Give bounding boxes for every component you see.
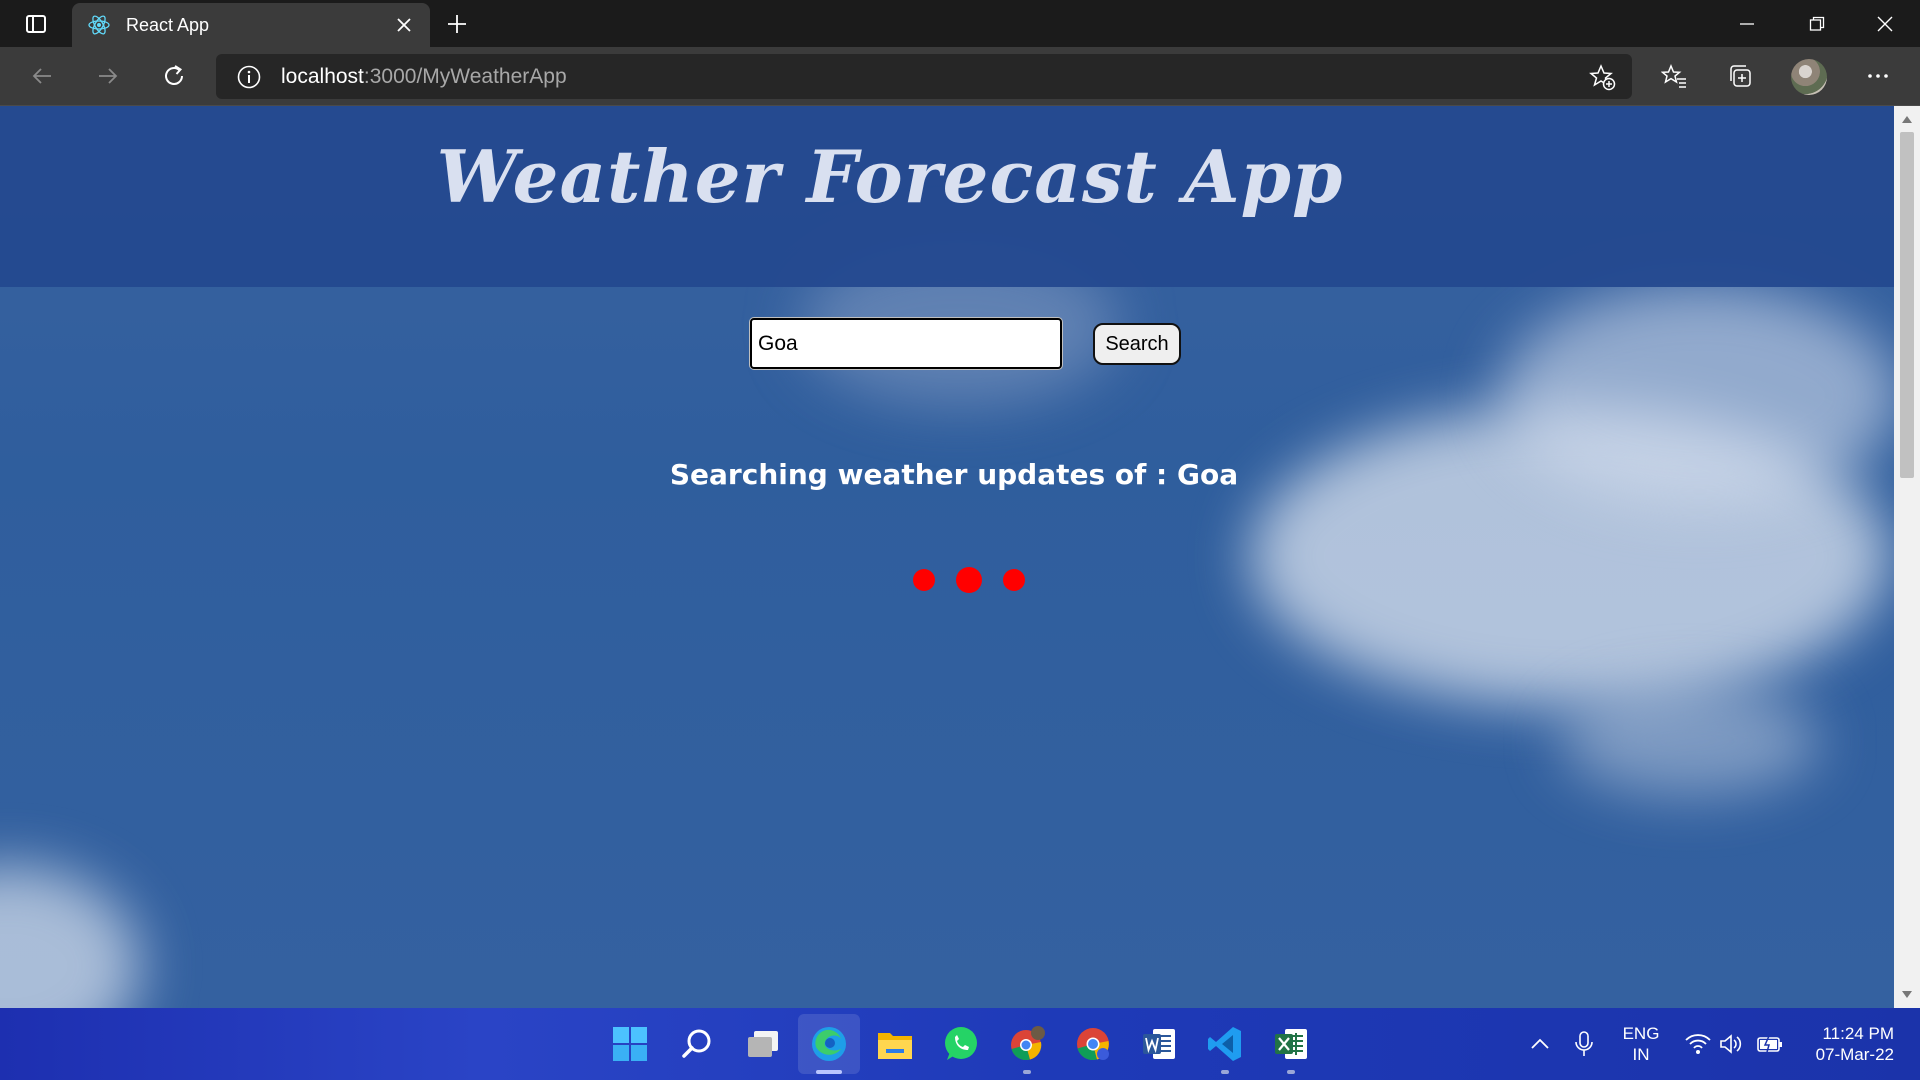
scroll-up-button[interactable] — [1894, 108, 1920, 130]
close-icon — [1877, 16, 1893, 32]
loading-dot — [1003, 569, 1025, 591]
cloud-image — [0, 866, 140, 1008]
settings-more-button[interactable] — [1860, 58, 1896, 94]
search-icon[interactable] — [677, 1024, 717, 1064]
wifi-icon[interactable] — [1680, 1026, 1716, 1062]
caret-down-icon — [1902, 991, 1912, 998]
file-explorer-icon[interactable] — [875, 1024, 915, 1064]
mic-glyph-icon — [1575, 1031, 1593, 1056]
folder-icon — [878, 1033, 912, 1059]
page-scrollbar[interactable] — [1894, 106, 1920, 1008]
running-app-indicator — [1023, 1070, 1031, 1074]
volume-icon[interactable] — [1713, 1026, 1749, 1062]
clock[interactable]: 11:24 PM 07-Mar-22 — [1790, 1023, 1894, 1065]
vscode-icon[interactable] — [1205, 1024, 1245, 1064]
close-icon — [397, 18, 411, 32]
favorites-button[interactable] — [1656, 58, 1692, 94]
edge-logo-icon — [812, 1027, 846, 1061]
search-button[interactable]: Search — [1093, 323, 1181, 365]
info-icon[interactable] — [236, 64, 262, 90]
close-window-button[interactable] — [1860, 6, 1910, 42]
chrome-logo-icon — [1077, 1028, 1109, 1061]
arrow-right-icon — [99, 68, 118, 84]
favorites-list-icon — [1661, 64, 1686, 88]
windows-logo-icon — [613, 1027, 647, 1061]
input-language-indicator[interactable]: ENG IN — [1620, 1023, 1662, 1065]
chrome-profile-icon[interactable] — [1007, 1024, 1047, 1064]
scroll-down-button[interactable] — [1894, 984, 1920, 1006]
url-path: :3000/MyWeatherApp — [363, 65, 567, 88]
app-title: Weather Forecast App — [436, 134, 1344, 219]
task-view-glyph-icon — [748, 1031, 778, 1057]
loading-status-text: Searching weather updates of : Goa — [669, 458, 1239, 491]
city-search-input[interactable] — [750, 318, 1062, 369]
browser-toolbar: localhost:3000/MyWeatherApp — [0, 47, 1920, 106]
loading-dot — [913, 569, 935, 591]
minimize-button[interactable] — [1722, 6, 1772, 42]
collections-button[interactable] — [1722, 58, 1758, 94]
refresh-icon — [165, 65, 183, 85]
magnifier-icon — [682, 1029, 711, 1058]
windows-taskbar: ENG IN 11:24 PM 07-Mar-22 — [0, 1008, 1920, 1080]
language-code: ENG — [1622, 1024, 1660, 1043]
scroll-thumb[interactable] — [1900, 132, 1914, 478]
whatsapp-logo-icon — [945, 1027, 977, 1060]
chrome-icon[interactable] — [1073, 1024, 1113, 1064]
more-icon — [1868, 74, 1888, 78]
tab-title: React App — [126, 15, 210, 35]
task-view-icon[interactable] — [743, 1024, 783, 1064]
clock-date: 07-Mar-22 — [1815, 1045, 1894, 1064]
restore-icon — [1809, 16, 1825, 31]
word-logo-icon — [1143, 1029, 1175, 1059]
minimize-icon — [1740, 23, 1754, 25]
plus-icon — [448, 15, 466, 33]
active-app-indicator — [816, 1070, 842, 1074]
address-bar[interactable]: localhost:3000/MyWeatherApp — [216, 54, 1632, 99]
word-icon[interactable] — [1139, 1024, 1179, 1064]
windows-start-icon[interactable] — [610, 1024, 650, 1064]
restore-button[interactable] — [1792, 6, 1842, 42]
cloud-image — [1560, 686, 1820, 796]
url-host: localhost — [281, 65, 364, 88]
show-hidden-icons-button[interactable] — [1522, 1026, 1558, 1062]
edge-icon[interactable] — [809, 1024, 849, 1064]
battery-glyph-icon — [1757, 1035, 1782, 1053]
tab-actions-button[interactable] — [14, 9, 58, 39]
whatsapp-icon[interactable] — [941, 1024, 981, 1064]
excel-logo-icon — [1275, 1029, 1307, 1059]
web-page: Weather Forecast App Search Searching we… — [0, 106, 1894, 1008]
running-app-indicator — [1287, 1070, 1295, 1074]
wifi-glyph-icon — [1685, 1034, 1711, 1054]
chevron-up-icon — [1531, 1038, 1549, 1049]
tab-close-button[interactable] — [392, 13, 416, 37]
collections-icon — [1730, 65, 1751, 87]
add-favorite-icon[interactable] — [1588, 63, 1616, 91]
clock-time: 11:24 PM — [1822, 1024, 1894, 1043]
url-text[interactable]: localhost:3000/MyWeatherApp — [281, 65, 567, 89]
loading-dot — [956, 567, 982, 593]
tab-actions-icon — [26, 15, 46, 33]
excel-icon[interactable] — [1271, 1024, 1311, 1064]
tab-bar: React App — [0, 0, 1920, 47]
caret-up-icon — [1902, 116, 1912, 123]
new-tab-button[interactable] — [442, 9, 472, 39]
speaker-icon — [1720, 1034, 1742, 1054]
refresh-button[interactable] — [154, 58, 194, 94]
microphone-icon[interactable] — [1566, 1026, 1602, 1062]
region-code: IN — [1632, 1045, 1650, 1064]
arrow-left-icon — [32, 68, 51, 84]
battery-icon[interactable] — [1752, 1026, 1788, 1062]
vscode-logo-icon — [1208, 1027, 1241, 1061]
chrome-logo-icon — [1011, 1026, 1045, 1061]
forward-button[interactable] — [88, 58, 128, 94]
running-app-indicator — [1221, 1070, 1229, 1074]
back-button[interactable] — [22, 58, 62, 94]
react-icon — [88, 15, 110, 35]
profile-avatar[interactable] — [1791, 59, 1827, 95]
browser-tab[interactable]: React App — [72, 3, 430, 47]
